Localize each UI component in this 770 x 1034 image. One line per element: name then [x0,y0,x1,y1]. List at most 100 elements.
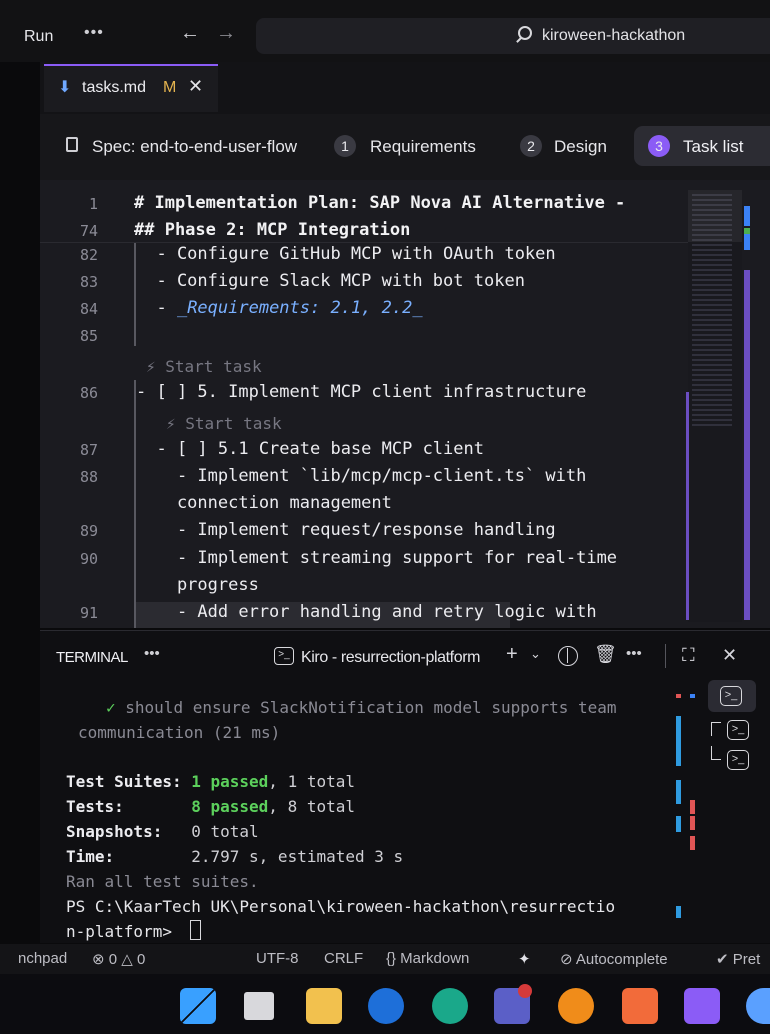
spec-label: Spec: end-to-end-user-flow [92,137,298,156]
sticky-heading-2[interactable]: ## Phase 2: MCP Integration [134,220,410,240]
status-workspace[interactable]: nchpad [18,950,67,967]
windows-start-icon[interactable] [180,988,216,1024]
line-number: 88 [79,468,98,486]
kiro-icon[interactable] [684,988,720,1024]
step-design[interactable]: Design [554,137,607,157]
task-line: - [ ] 5. Implement MCP client infrastruc… [136,382,587,402]
scroll-marker [690,800,695,814]
forward-arrow-icon[interactable]: → [216,22,236,45]
line-number: 87 [79,441,98,459]
code-line: - Implement `lib/mcp/mcp-client.ts` with [136,466,587,486]
status-problems[interactable]: ⊗ 0 △ 0 [92,950,145,968]
code-line: - Configure GitHub MCP with OAuth token [136,244,556,264]
command-search-box[interactable] [256,18,770,54]
line-number: 82 [79,246,98,264]
code-line: - _Requirements: 2.1, 2.2_ [136,298,423,318]
scrollbar-marker [744,270,750,620]
sticky-heading-1[interactable]: # Implementation Plan: SAP Nova AI Alter… [134,193,625,213]
step-number-2[interactable]: 2 [520,135,542,157]
outlook-icon[interactable] [368,988,404,1024]
terminal-output-line: communication (21 ms) [78,723,281,742]
terminal-name[interactable]: Kiro - resurrection-platform [301,649,480,667]
status-encoding[interactable]: UTF-8 [256,950,299,967]
scrollbar-marker [744,234,750,250]
line-number: 1 [88,195,98,213]
status-eol[interactable]: CRLF [324,950,363,967]
step-requirements[interactable]: Requirements [370,137,476,157]
task-view-icon[interactable] [244,992,274,1020]
line-number: 89 [79,522,98,540]
code-line: - Implement streaming support for real-t… [136,548,618,568]
run-menu[interactable]: Run [24,28,53,46]
maximize-panel-icon[interactable]: ⛶ [682,645,695,666]
step-task-list[interactable]: Task list [683,137,743,157]
toolbar-divider [665,644,666,668]
notification-badge [518,984,532,998]
terminal-output-line: Ran all test suites. [66,872,259,891]
terminal-output-line: Test Suites: 1 passed, 1 total [66,772,355,791]
step-number-3[interactable]: 3 [648,135,670,157]
modified-indicator: M [163,79,177,96]
line-number: 91 [79,604,98,622]
scrollbar-marker [744,206,750,226]
split-terminal-icon[interactable] [558,646,578,666]
status-autocomplete[interactable]: ⊘ Autocomplete [560,950,668,968]
terminal-tab-title[interactable]: TERMINAL [56,649,128,666]
terminal-more-icon[interactable]: ••• [626,645,642,662]
panel-more-icon[interactable]: ••• [144,645,160,662]
search-icon [518,26,532,40]
step-number-1[interactable]: 1 [334,135,356,157]
line-number: 83 [79,273,98,291]
terminal-output-line: Snapshots: 0 total [66,822,259,841]
search-box-label: kiroween-hackathon [542,27,686,44]
task-line: - [ ] 5.1 Create base MCP client [136,439,484,459]
line-number: 84 [79,300,98,318]
tab-label: tasks.md [82,79,147,96]
terminal-cursor [190,920,201,940]
terminal-instance-icon[interactable]: >_ [727,720,749,740]
more-menu-icon[interactable]: ••• [84,24,104,42]
app-icon[interactable] [622,988,658,1024]
minimap-slider[interactable] [688,190,742,242]
line-number: 74 [79,222,98,240]
code-line: - Configure Slack MCP with bot token [136,271,525,291]
minimap-change-bar [686,392,689,620]
code-line-wrapped: progress [136,575,259,595]
terminal-instance-icon[interactable]: >_ [720,686,742,706]
scroll-marker [690,836,695,850]
file-explorer-icon[interactable] [306,988,342,1024]
status-language[interactable]: {} Markdown [386,950,469,967]
line-number: 85 [79,327,98,345]
tree-connector [711,746,721,760]
new-terminal-icon[interactable]: + [506,643,518,666]
terminal-output-line: Tests: 8 passed, 8 total [66,797,355,816]
scroll-marker [676,906,681,918]
close-panel-icon[interactable]: ✕ [722,645,737,666]
back-arrow-icon[interactable]: ← [180,22,200,45]
scroll-marker [690,694,695,698]
status-prettier[interactable]: ✔ Pret [716,950,760,968]
scroll-marker [676,816,681,832]
scroll-marker [676,716,681,766]
line-number: 86 [79,384,98,402]
chevron-down-icon[interactable]: ⌄ [530,646,541,662]
trash-icon[interactable]: 🗑 [594,644,617,665]
line-number: 90 [79,550,98,568]
markdown-file-icon: ⬇ [58,79,72,96]
start-task-codelens[interactable]: ⚡ Start task [146,357,262,376]
terminal-prompt-line: PS C:\KaarTech UK\Personal\kiroween-hack… [66,897,616,916]
close-icon[interactable]: ✕ [188,76,203,97]
code-line: - Implement request/response handling [136,520,556,540]
browser-icon[interactable] [432,988,468,1024]
terminal-instance-icon[interactable]: >_ [727,750,749,770]
scroll-marker [676,780,681,804]
document-icon [66,137,78,152]
code-line-wrapped: connection management [136,493,392,513]
requirements-reference: _Requirements: 2.1, 2.2_ [176,298,423,318]
code-line: - Add error handling and retry logic wit… [136,602,597,622]
start-task-codelens[interactable]: ⚡ Start task [166,414,282,433]
terminal-output-line: ✓ should ensure SlackNotification model … [106,698,617,717]
terminal-shell-icon: >_ [274,647,294,665]
app-icon[interactable] [558,988,594,1024]
sparkle-icon[interactable]: ✦ [518,950,531,968]
